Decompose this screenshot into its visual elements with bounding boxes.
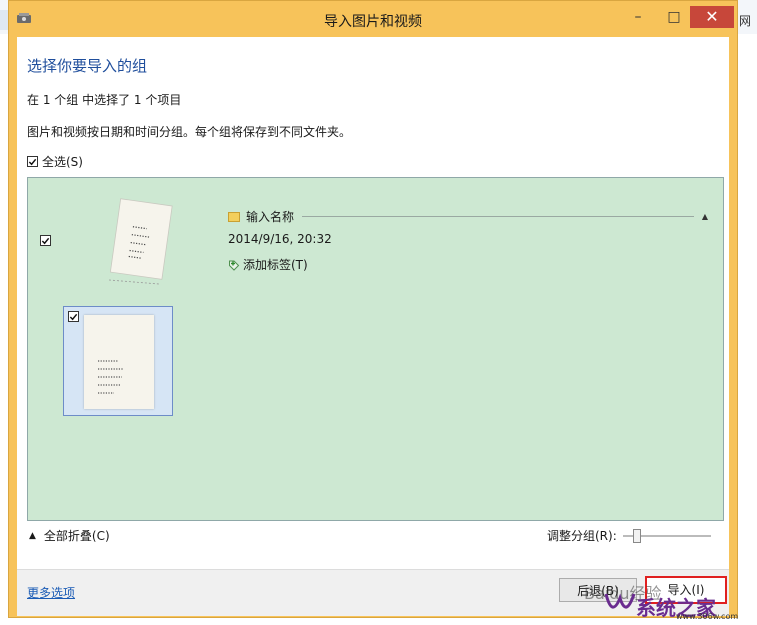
- collapse-all-button[interactable]: ▲ 全部折叠(C): [29, 527, 110, 544]
- close-button[interactable]: ✕: [690, 6, 734, 28]
- background-text: 网: [738, 14, 751, 28]
- chevron-up-icon: ▲: [29, 530, 36, 541]
- dialog-content: 选择你要导入的组 在 1 个组 中选择了 1 个项目 图片和视频按日期和时间分组…: [17, 37, 729, 616]
- collapse-all-label: 全部折叠(C): [43, 529, 110, 543]
- group-datetime: 2014/9/16, 20:32: [228, 232, 332, 246]
- adjust-groups-label: 调整分组(R):: [547, 529, 617, 543]
- select-all-label: 全选(S): [42, 155, 83, 169]
- slider-thumb[interactable]: [632, 528, 641, 543]
- photo-thumbnail: [84, 315, 154, 409]
- photo-item-checkbox[interactable]: [68, 311, 79, 322]
- import-dialog-window: 导入图片和视频 – □ ✕ 选择你要导入的组 在 1 个组 中选择了 1 个项目…: [8, 0, 738, 618]
- adjust-groups-control: 调整分组(R):: [547, 527, 711, 544]
- add-tag-icon: [229, 260, 240, 271]
- selection-status: 在 1 个组 中选择了 1 个项目: [27, 93, 182, 107]
- group-list: 输入名称 ▲ 2014/9/16, 20:32 添加标签(T): [27, 177, 724, 521]
- select-all-checkbox[interactable]: 全选(S): [27, 153, 83, 170]
- add-tag-label: 添加标签(T): [243, 258, 308, 272]
- photo-item-selected[interactable]: [63, 306, 173, 416]
- group-stack-thumbnail[interactable]: [101, 196, 181, 286]
- collapse-group-arrow-icon[interactable]: ▲: [702, 212, 708, 221]
- maximize-button[interactable]: □: [659, 6, 689, 28]
- group-name-input[interactable]: 输入名称: [246, 208, 294, 225]
- more-options-link[interactable]: 更多选项: [27, 584, 75, 601]
- adjust-groups-slider[interactable]: [622, 528, 711, 543]
- grouping-description: 图片和视频按日期和时间分组。每个组将保存到不同文件夹。: [27, 125, 352, 139]
- checkbox-checked-icon[interactable]: [27, 156, 38, 167]
- page-title: 选择你要导入的组: [27, 57, 148, 75]
- folder-icon: [228, 211, 240, 222]
- group-checkbox[interactable]: [40, 235, 51, 246]
- group-divider: [302, 216, 694, 217]
- group-header: 输入名称 ▲: [228, 208, 708, 225]
- minimize-button[interactable]: –: [623, 6, 653, 28]
- site-url: www.306w.com: [676, 612, 739, 621]
- background-tab: [0, 10, 8, 30]
- title-bar[interactable]: 导入图片和视频 – □ ✕: [9, 1, 737, 37]
- add-tag-link[interactable]: 添加标签(T): [228, 256, 308, 273]
